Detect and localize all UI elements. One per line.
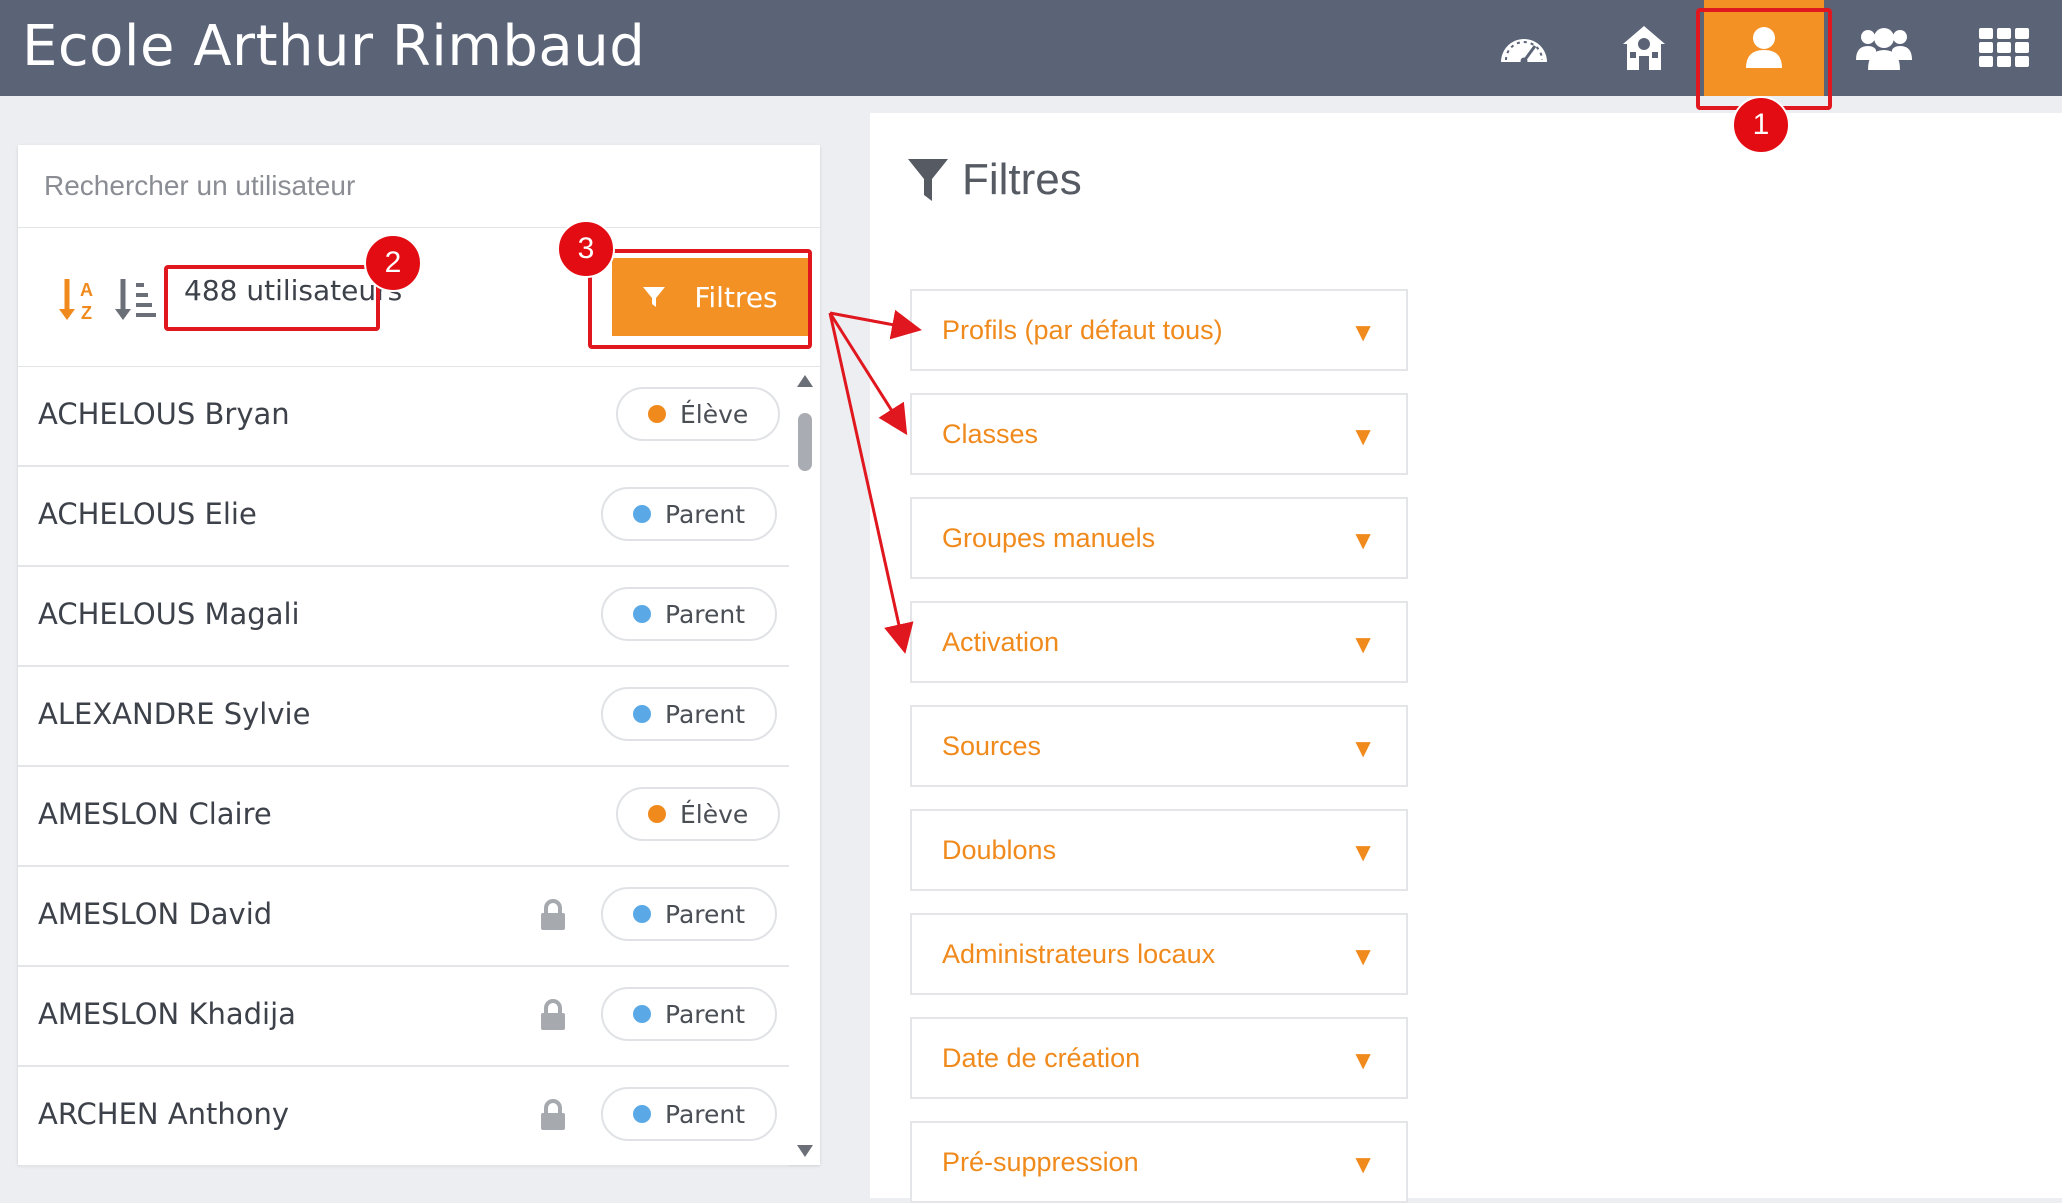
arrow-to-classes (828, 312, 908, 436)
arrow-to-activation (828, 312, 914, 654)
arrow-to-profils (829, 309, 922, 340)
annotation-arrows (828, 309, 922, 654)
